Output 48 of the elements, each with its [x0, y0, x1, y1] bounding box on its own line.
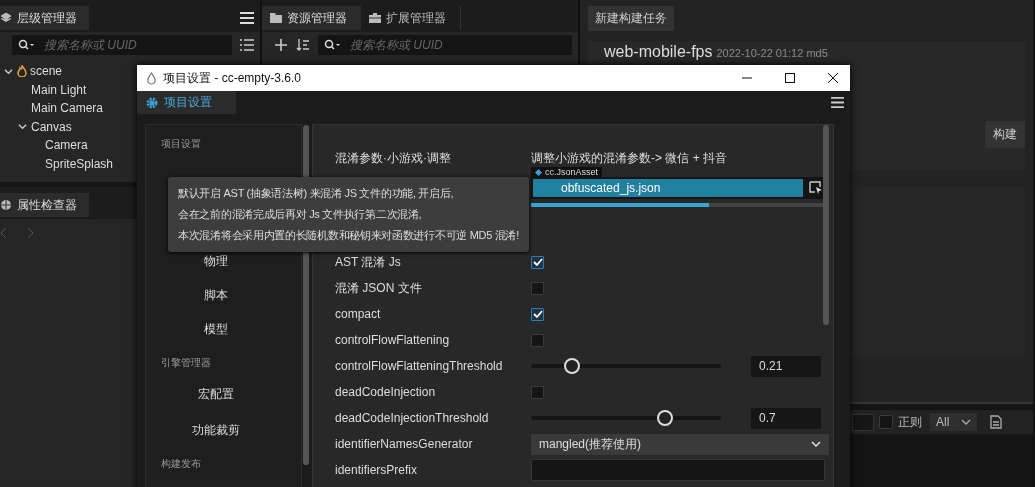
asset-type-tag: cc.JsonAsset — [531, 167, 603, 177]
setting-value: 调整小游戏的混淆参数-> 微信 + 抖音 — [531, 149, 727, 167]
nav-item[interactable]: 功能裁剪 — [161, 420, 271, 441]
regex-label: 正则 — [898, 413, 922, 431]
setting-label: deadCodeInjectionThreshold — [335, 411, 490, 425]
setting-label: AST 混淆 Js — [335, 253, 402, 271]
task-name: web-mobile-fps — [604, 43, 713, 61]
nav-item[interactable]: 模型 — [161, 319, 271, 340]
setting-label: controlFlowFlatteningThreshold — [335, 359, 504, 373]
nav-item[interactable]: 脚本 — [161, 285, 271, 306]
tree-item[interactable]: SpriteSplash — [45, 156, 114, 171]
tooltip-text: 本次混淆将会采用内置的长随机数和秘钥来对函数进行不可逆 MD5 混淆! — [178, 228, 519, 243]
setting-label: 混淆 JSON 文件 — [335, 279, 423, 297]
hierarchy-tab[interactable]: 层级管理器 — [0, 6, 89, 30]
search-field[interactable]: 搜索名称或 UUID — [318, 35, 572, 55]
new-build-task-button[interactable]: 新建构建任务 — [588, 6, 674, 31]
build-button[interactable]: 构建 — [985, 121, 1025, 148]
tree-item[interactable]: Camera — [45, 138, 88, 153]
dropdown[interactable]: mangled(推荐使用) — [531, 433, 829, 455]
panel-tab[interactable]: 资源管理器 — [262, 6, 361, 30]
tree-item[interactable]: Canvas — [31, 119, 72, 134]
number-field[interactable]: 0.21 — [751, 355, 821, 377]
setting-label: identifierNamesGenerator — [335, 437, 474, 451]
tooltip-text: 会在之前的混淆完成后再对 Js 文件执行第二次混淆, — [178, 207, 422, 222]
setting-label: controlFlowFlattening — [335, 333, 451, 347]
setting-label: deadCodeInjection — [335, 385, 437, 399]
nav-item[interactable]: 宏配置 — [161, 384, 271, 405]
task-meta: 2022-10-22 01:12 md5 — [716, 47, 828, 59]
search-field[interactable]: 搜索名称或 UUID — [12, 35, 232, 55]
setting-label: 混淆参数·小游戏·调整 — [335, 149, 452, 167]
setting-label: compact — [335, 307, 382, 321]
nav-section-title: 构建发布 — [161, 457, 202, 471]
level-select[interactable]: All — [930, 413, 978, 431]
setting-label: identifiersPrefix — [335, 463, 419, 477]
hierarchy-title: 层级管理器 — [17, 9, 77, 27]
nav-section-title: 引擎管理器 — [161, 356, 212, 370]
tree-item[interactable]: scene — [30, 64, 63, 79]
window-title: 项目设置 - cc-empty-3.6.0 — [163, 69, 302, 87]
number-field[interactable]: 0.7 — [751, 407, 821, 429]
tooltip-text: 默认开启 AST (抽象语法树) 来混淆 JS 文件的功能, 开启后, — [178, 186, 454, 201]
nav-section-title: 项目设置 — [161, 137, 202, 151]
tree-item[interactable]: Main Camera — [31, 101, 104, 116]
nav-item[interactable]: 物理 — [161, 251, 271, 272]
inspector-tab[interactable]: 属性检查器 — [0, 193, 89, 217]
tree-item[interactable]: Main Light — [31, 82, 87, 97]
inspector-title: 属性检查器 — [17, 196, 77, 214]
asset-field[interactable]: obfuscated_js.json — [533, 179, 803, 197]
project-settings-tab[interactable]: 项目设置 — [137, 91, 236, 114]
